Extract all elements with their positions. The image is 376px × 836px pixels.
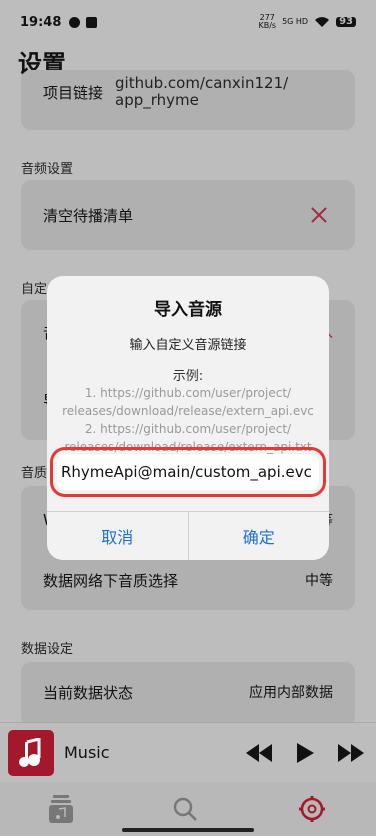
audio-section-title: 音频设置 — [21, 162, 74, 177]
next-icon[interactable] — [338, 743, 364, 762]
example-1-line1: 1. https://github.com/user/project/ — [84, 386, 292, 400]
mobile-quality-row[interactable]: 数据网络下音质选择 中等 — [21, 560, 355, 600]
clear-queue-row: 清空待播清单 — [21, 180, 355, 250]
dialog-example-1: 1. https://github.com/user/project/ rele… — [47, 384, 329, 420]
music-note-icon — [19, 737, 41, 767]
quality-section-title: 音质 — [21, 466, 48, 481]
network-badge: 5G HD — [282, 17, 309, 26]
status-bar: 19:48 277 KB/s 5G HD 93 — [0, 0, 376, 44]
settings-icon[interactable] — [297, 794, 327, 824]
message-icon — [69, 16, 81, 28]
cancel-button[interactable]: 取消 — [47, 512, 189, 560]
home-indicator[interactable] — [122, 828, 254, 832]
source-url-input[interactable] — [57, 454, 319, 490]
previous-icon[interactable] — [246, 743, 272, 762]
project-link-line1: github.com/canxin121/ — [115, 74, 289, 92]
wifi-icon — [315, 17, 330, 27]
track-title: Music — [64, 743, 110, 762]
example-2-line1: 2. https://github.com/user/project/ — [84, 422, 292, 436]
album-cover[interactable] — [8, 729, 54, 776]
search-icon[interactable] — [172, 796, 198, 822]
dialog-title: 导入音源 — [154, 300, 222, 320]
data-state-value[interactable]: 应用内部数据 — [249, 682, 333, 702]
example-1-line2: releases/download/release/extern_api.evc — [62, 404, 314, 418]
project-link-row[interactable]: 项目链接 github.com/canxin121/ app_rhyme — [21, 74, 355, 110]
mobile-quality-label: 数据网络下音质选择 — [43, 571, 179, 590]
status-time: 19:48 — [20, 14, 62, 30]
net-speed-unit: KB/s — [258, 21, 277, 30]
custom-section-title: 自定 — [21, 282, 48, 297]
source-url-field — [50, 447, 326, 497]
notification-icon — [86, 16, 98, 28]
project-link-value[interactable]: github.com/canxin121/ app_rhyme — [115, 75, 288, 109]
data-state-label: 当前数据状态 — [43, 683, 134, 702]
dialog-example-2: 2. https://github.com/user/project/ rele… — [47, 420, 329, 456]
clear-queue-label: 清空待播清单 — [43, 206, 134, 225]
dialog-subtitle: 输入自定义音源链接 — [129, 338, 247, 353]
data-state-row[interactable]: 当前数据状态 应用内部数据 — [21, 672, 355, 712]
project-link-label: 项目链接 — [43, 83, 104, 102]
library-icon[interactable] — [49, 795, 74, 823]
import-source-dialog: 导入音源 输入自定义音源链接 示例: 1. https://github.com… — [47, 276, 329, 560]
mini-player[interactable]: Music — [0, 722, 376, 782]
project-link-line2: app_rhyme — [115, 91, 199, 109]
dialog-example-label: 示例: — [172, 369, 204, 384]
play-icon[interactable] — [296, 742, 314, 763]
dialog-buttons: 取消 确定 — [47, 511, 329, 560]
confirm-button[interactable]: 确定 — [189, 512, 330, 560]
net-speed: 277 KB/s — [258, 14, 276, 30]
mobile-quality-value[interactable]: 中等 — [305, 570, 333, 590]
data-section-title: 数据设定 — [21, 642, 74, 657]
clear-queue-icon[interactable] — [309, 205, 329, 225]
battery-icon: 93 — [336, 17, 356, 27]
